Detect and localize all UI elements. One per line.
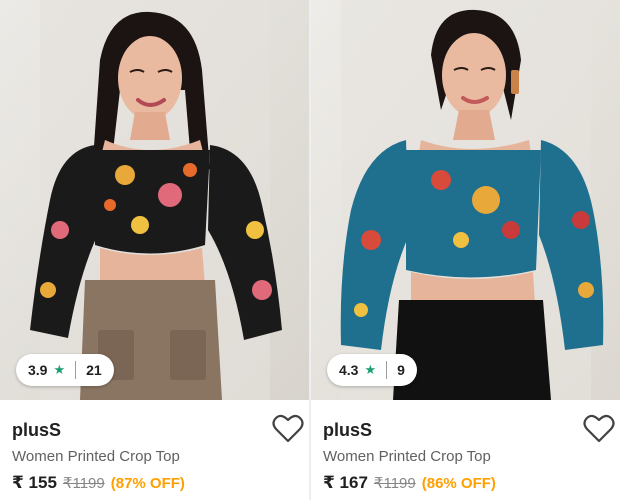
brand-name: plusS	[12, 420, 62, 440]
rating-count: 21	[86, 362, 102, 378]
rating-value: 3.9	[28, 362, 48, 378]
sale-price: ₹ 155	[12, 473, 57, 492]
product-info: plusS Women Printed Crop Top ₹ 167 ₹1199…	[311, 400, 620, 500]
original-price: ₹1199	[373, 475, 416, 492]
discount-label: (86% OFF)	[421, 475, 496, 492]
heart-outline-icon	[272, 414, 304, 443]
price-row: ₹ 167 ₹1199 (86% OFF)	[323, 473, 496, 493]
product-title[interactable]: Women Printed Crop Top	[12, 448, 180, 465]
original-price: ₹1199	[62, 475, 105, 492]
product-card[interactable]: 4.3 ★ 9 plusS Women Printed Crop Top ₹ 1…	[311, 0, 620, 500]
wishlist-button[interactable]	[271, 412, 305, 446]
product-image[interactable]	[311, 0, 620, 400]
wishlist-button[interactable]	[582, 412, 616, 446]
brand-name: plusS	[323, 420, 373, 440]
product-info: plusS Women Printed Crop Top ₹ 155 ₹1199…	[0, 400, 309, 500]
rating-divider	[386, 361, 388, 379]
product-image[interactable]	[0, 0, 309, 400]
rating-count: 9	[397, 362, 405, 378]
model-photo	[311, 0, 620, 400]
product-card[interactable]: 3.9 ★ 21 plusS Women Printed Crop Top ₹ …	[0, 0, 309, 500]
model-photo	[0, 0, 309, 400]
product-title[interactable]: Women Printed Crop Top	[323, 448, 491, 465]
product-grid: 3.9 ★ 21 plusS Women Printed Crop Top ₹ …	[0, 0, 620, 500]
sale-price: ₹ 167	[323, 473, 368, 492]
discount-label: (87% OFF)	[110, 475, 185, 492]
rating-value: 4.3	[339, 362, 359, 378]
heart-outline-icon	[583, 414, 615, 443]
rating-badge: 4.3 ★ 9	[327, 354, 417, 386]
star-icon: ★	[364, 362, 377, 377]
rating-badge: 3.9 ★ 21	[16, 354, 114, 386]
rating-divider	[75, 361, 77, 379]
price-row: ₹ 155 ₹1199 (87% OFF)	[12, 473, 185, 493]
star-icon: ★	[53, 362, 66, 377]
